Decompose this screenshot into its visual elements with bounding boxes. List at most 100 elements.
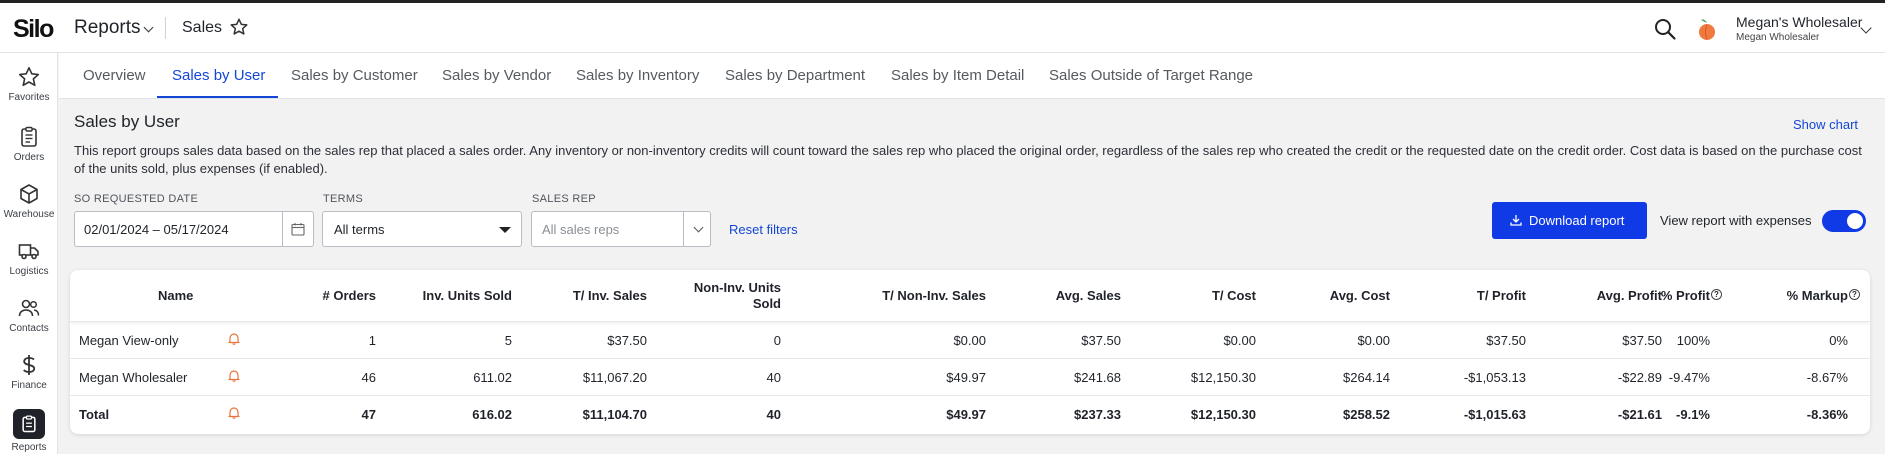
date-range-value[interactable]: 02/01/2024 – 05/17/2024 — [84, 222, 229, 237]
tab-sales-outside-target-range[interactable]: Sales Outside of Target Range — [1049, 67, 1253, 84]
col-noninv-units-line2: Sold — [752, 296, 781, 311]
cell-pct-markup: -8.36% — [1806, 407, 1848, 422]
report-description: This report groups sales data based on t… — [74, 143, 1862, 176]
cell-avg-cost: $264.14 — [1343, 370, 1390, 385]
col-pct-markup-header[interactable]: % Markup? — [1787, 288, 1860, 304]
info-icon[interactable]: ? — [1849, 289, 1860, 300]
nav-item-warehouse[interactable]: Warehouse — [0, 182, 58, 238]
table-total-row: Total 47 616.02 $11,104.70 40 $49.97 $23… — [70, 396, 1870, 433]
cell-inv-units: 5 — [504, 333, 512, 348]
peach-avatar-icon[interactable] — [1696, 17, 1718, 41]
cell-profit: $37.50 — [1486, 333, 1526, 348]
nav-item-logistics[interactable]: Logistics — [0, 239, 58, 295]
col-noninv-sales-header[interactable]: T/ Non-Inv. Sales — [882, 288, 986, 304]
col-pct-profit-header[interactable]: % Profit? — [1661, 288, 1722, 304]
expenses-toggle-label: View report with expenses — [1660, 213, 1812, 228]
account-name[interactable]: Megan's Wholesaler — [1736, 14, 1862, 30]
info-icon[interactable]: ? — [1711, 289, 1722, 300]
terms-select[interactable]: All terms — [322, 211, 522, 247]
table-row[interactable]: Megan Wholesaler 46 611.02 $11,067.20 40… — [70, 359, 1870, 396]
module-switcher[interactable]: Reports — [74, 17, 141, 39]
divider — [165, 17, 166, 39]
cell-orders: 46 — [361, 370, 376, 385]
silo-logo[interactable]: Silo — [13, 15, 54, 44]
col-orders-header[interactable]: # Orders — [323, 288, 376, 304]
cell-inv-sales: $11,067.20 — [582, 370, 647, 385]
cell-name: Megan View-only — [79, 333, 179, 348]
cell-avg-sales: $241.68 — [1074, 370, 1121, 385]
reset-filters-link[interactable]: Reset filters — [729, 222, 798, 237]
download-report-button[interactable]: Download report — [1492, 202, 1647, 239]
cell-avg-sales: $37.50 — [1081, 333, 1121, 348]
nav-label: Finance — [11, 380, 47, 391]
chevron-down-icon[interactable] — [693, 222, 704, 233]
tab-overview[interactable]: Overview — [83, 67, 146, 84]
nav-label: Orders — [13, 152, 45, 163]
cell-noninv-sales: $0.00 — [953, 333, 986, 348]
cell-pct-profit: 100% — [1676, 333, 1710, 348]
bell-icon[interactable] — [228, 332, 240, 345]
reports-icon-tile — [13, 409, 45, 439]
cell-avg-profit: -$21.61 — [1617, 407, 1662, 422]
tab-sales-by-inventory[interactable]: Sales by Inventory — [576, 67, 699, 84]
nav-label: Contacts — [9, 323, 49, 334]
nav-item-contacts[interactable]: Contacts — [0, 296, 58, 352]
calendar-icon[interactable] — [291, 222, 305, 236]
cell-cost: $0.00 — [1223, 333, 1256, 348]
col-inv-sales-header[interactable]: T/ Inv. Sales — [573, 288, 647, 304]
nav-item-reports[interactable]: Reports — [0, 409, 58, 454]
table-row[interactable]: Megan View-only 1 5 $37.50 0 $0.00 $37.5… — [70, 322, 1870, 359]
cell-pct-profit: -9.47% — [1668, 370, 1710, 385]
section-title: Sales by User — [74, 112, 180, 131]
tab-sales-by-department[interactable]: Sales by Department — [725, 67, 865, 84]
col-noninv-units-header[interactable]: Non-Inv. Units Sold — [694, 280, 781, 312]
people-icon — [18, 299, 40, 317]
col-avg-profit-header[interactable]: Avg. Profit — [1597, 288, 1662, 304]
star-icon — [18, 67, 40, 87]
dollar-icon — [23, 355, 36, 375]
tab-sales-by-customer[interactable]: Sales by Customer — [291, 67, 418, 84]
tab-sales-by-user[interactable]: Sales by User — [172, 67, 265, 84]
cube-icon — [20, 184, 38, 204]
nav-item-finance[interactable]: Finance — [0, 353, 58, 409]
search-icon[interactable] — [1653, 17, 1677, 41]
table-header: Name # Orders Inv. Units Sold T/ Inv. Sa… — [70, 270, 1870, 322]
sales-rep-select[interactable]: All sales reps — [531, 211, 711, 247]
col-noninv-units-line1: Non-Inv. Units — [693, 280, 781, 295]
expenses-toggle[interactable] — [1822, 210, 1866, 232]
tab-sales-by-item-detail[interactable]: Sales by Item Detail — [891, 67, 1024, 84]
sales-rep-filter-label: Sales Rep — [532, 193, 596, 205]
cell-pct-profit: -9.1% — [1676, 407, 1710, 422]
truck-icon — [18, 244, 39, 260]
date-filter-label: SO Requested Date — [74, 193, 199, 205]
cell-inv-units: 611.02 — [473, 370, 512, 385]
cell-orders: 1 — [368, 333, 376, 348]
cell-noninv-units: 40 — [766, 370, 781, 385]
nav-item-orders[interactable]: Orders — [0, 125, 58, 181]
bell-icon[interactable] — [228, 406, 240, 419]
col-profit-header[interactable]: T/ Profit — [1477, 288, 1526, 304]
terms-selected-value: All terms — [334, 222, 385, 237]
show-chart-link[interactable]: Show chart — [1793, 117, 1858, 132]
date-range-picker[interactable]: 02/01/2024 – 05/17/2024 — [74, 211, 314, 247]
pct-markup-label: % Markup — [1786, 288, 1848, 303]
pct-profit-label: % Profit — [1660, 288, 1710, 303]
nav-label: Reports — [11, 442, 47, 453]
col-inv-units-header[interactable]: Inv. Units Sold — [423, 288, 512, 304]
tab-sales-by-vendor[interactable]: Sales by Vendor — [442, 67, 551, 84]
col-cost-header[interactable]: T/ Cost — [1212, 288, 1256, 304]
cell-noninv-sales: $49.97 — [946, 407, 986, 422]
cell-orders: 47 — [361, 407, 376, 422]
download-icon — [1510, 215, 1522, 226]
col-avg-cost-header[interactable]: Avg. Cost — [1330, 288, 1390, 304]
nav-item-favorites[interactable]: Favorites — [0, 65, 58, 121]
divider — [282, 212, 283, 246]
sales-rep-placeholder: All sales reps — [542, 222, 620, 237]
col-avg-sales-header[interactable]: Avg. Sales — [1056, 288, 1121, 304]
cell-noninv-units: 0 — [773, 333, 781, 348]
favorite-star-icon[interactable] — [229, 17, 249, 37]
bell-icon[interactable] — [228, 369, 240, 382]
chevron-down-icon[interactable] — [143, 22, 154, 33]
col-name-header[interactable]: Name — [158, 288, 193, 304]
clipboard-icon — [21, 126, 37, 147]
